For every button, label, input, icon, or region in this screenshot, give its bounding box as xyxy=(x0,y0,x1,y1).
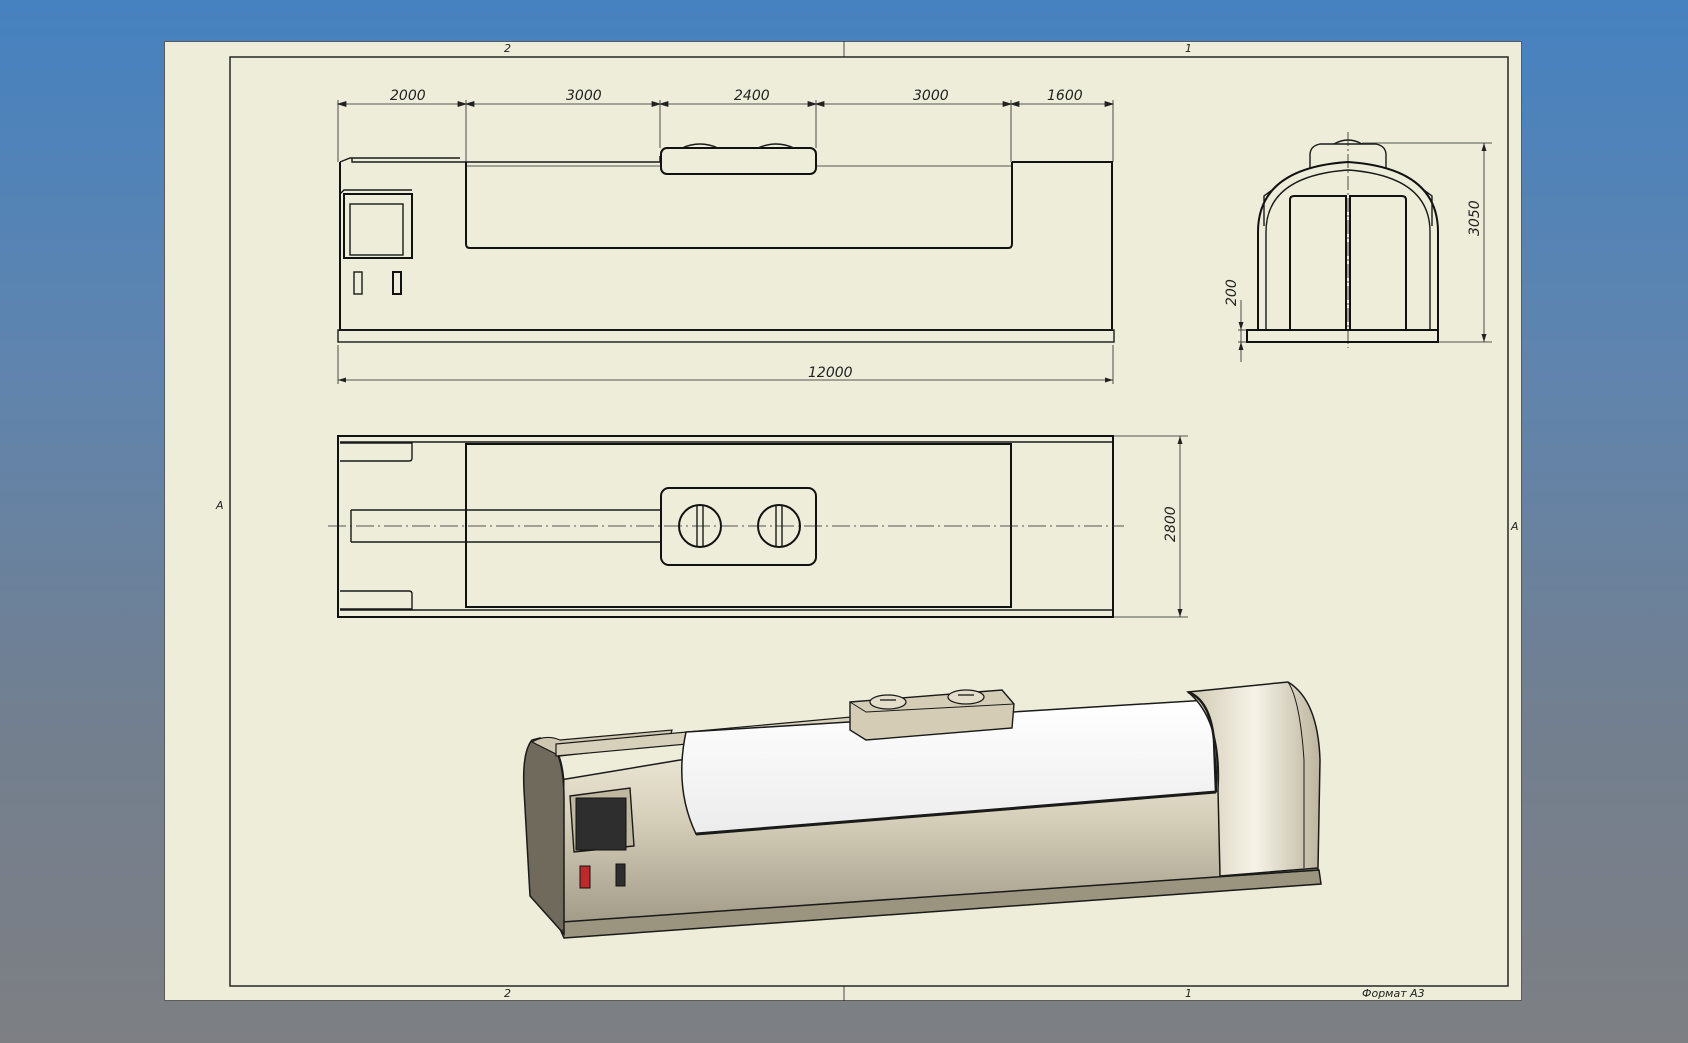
zone-label-right: A xyxy=(1510,520,1519,533)
indicator-light xyxy=(579,865,591,889)
dim-front-segment-5: 1600 xyxy=(1047,88,1083,104)
front-view xyxy=(337,143,1115,343)
dim-front-total: 12000 xyxy=(808,365,853,381)
zone-label-left: A xyxy=(215,499,224,512)
switch xyxy=(615,863,626,887)
dim-front-segment-2: 3000 xyxy=(566,88,602,104)
dim-front-segment-4: 3000 xyxy=(913,88,949,104)
zone-label-top-2: 2 xyxy=(504,42,511,55)
top-view xyxy=(328,435,1124,618)
dim-side-base: 200 xyxy=(1224,279,1240,306)
zone-label-bottom-2: 2 xyxy=(504,987,511,1000)
dim-side-height: 3050 xyxy=(1467,200,1483,236)
display-screen xyxy=(575,797,627,851)
isometric-view xyxy=(522,681,1322,939)
zone-label-bottom-1: 1 xyxy=(1185,987,1192,1000)
dim-front-segment-3: 2400 xyxy=(734,88,770,104)
top-dimensions: 2800 xyxy=(1113,435,1188,618)
front-dimensions: 2000 3000 2400 3000 1600 12000 xyxy=(336,88,1115,384)
format-label: Формат А3 xyxy=(1362,987,1425,1000)
technical-drawing: 2 1 2 1 A A Формат А3 2000 3000 2400 300… xyxy=(215,41,1519,1001)
dim-top-width: 2800 xyxy=(1163,506,1179,542)
dim-front-segment-1: 2000 xyxy=(390,88,426,104)
zone-label-top-1: 1 xyxy=(1185,42,1192,55)
side-view xyxy=(1246,132,1439,348)
